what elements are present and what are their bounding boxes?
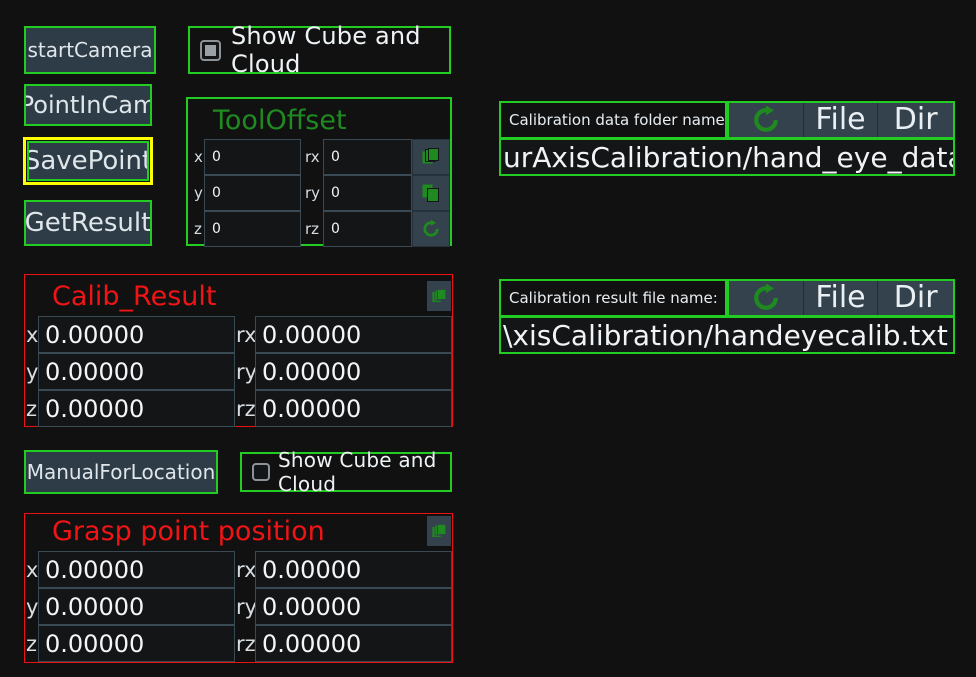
calibration-data-folder-dir-button[interactable]: Dir [878, 103, 953, 137]
calib-result-rx-input[interactable]: 0.00000 [255, 316, 452, 353]
grasp-point-z-label: z [26, 631, 38, 656]
app-root: startCamera PointInCam SavePoint GetResu… [0, 0, 976, 677]
tool-offset-y-label: y [194, 184, 203, 202]
tool-offset-rx-input[interactable]: 0 [323, 139, 412, 175]
calibration-result-file-buttons: File Dir [727, 279, 955, 317]
get-result-label: GetResult [24, 208, 152, 238]
calibration-result-file-label: Calibration result file name: [499, 279, 727, 317]
calib-result-x-input[interactable]: 0.00000 [38, 316, 235, 353]
tool-offset-z-input[interactable]: 0 [204, 211, 301, 247]
tool-offset-refresh-button[interactable] [412, 211, 450, 247]
calibration-data-folder-row: Calibration data folder name: File Dir u… [499, 101, 955, 176]
refresh-icon [751, 105, 781, 135]
checkbox-checked-icon[interactable] [200, 39, 221, 61]
grasp-point-rx-label: rx [236, 557, 257, 582]
calib-result-rz-label: rz [236, 396, 256, 421]
tool-offset-rx-label: rx [305, 148, 320, 166]
calibration-data-folder-label: Calibration data folder name: [499, 101, 727, 139]
tool-offset-x-input[interactable]: 0 [204, 139, 301, 175]
calib-result-rz-input[interactable]: 0.00000 [255, 390, 452, 427]
tool-offset-x-label: x [194, 148, 203, 166]
calibration-result-file-dir-button[interactable]: Dir [878, 281, 953, 315]
calib-result-z-label: z [26, 396, 38, 421]
manual-for-location-label: ManualForLocation [26, 460, 216, 484]
grasp-point-copy-button[interactable] [427, 516, 451, 546]
show-cube-and-cloud-checkbox-bottom[interactable]: Show Cube and Cloud [240, 448, 452, 496]
start-camera-button[interactable]: startCamera [24, 26, 156, 74]
grasp-point-ry-input[interactable]: 0.00000 [255, 588, 452, 625]
grasp-point-rz-input[interactable]: 0.00000 [255, 625, 452, 662]
point-in-cam-button[interactable]: PointInCam [24, 84, 152, 126]
dir-button-label: Dir [893, 280, 938, 315]
grasp-point-rx-input[interactable]: 0.00000 [255, 551, 452, 588]
tool-offset-title: ToolOffset [213, 105, 347, 136]
tool-offset-ry-label: ry [305, 184, 321, 202]
tool-offset-fields: x 0 rx 0 y 0 ry 0 z 0 rz 0 [190, 139, 412, 247]
calib-result-y-input[interactable]: 0.00000 [38, 353, 235, 390]
tool-offset-y-input[interactable]: 0 [204, 175, 301, 211]
tool-offset-rz-label: rz [305, 220, 320, 238]
calibration-data-folder-buttons: File Dir [727, 101, 955, 139]
grasp-point-x-label: x [26, 557, 39, 582]
grasp-point-x-input[interactable]: 0.00000 [38, 551, 235, 588]
grasp-point-z-input[interactable]: 0.00000 [38, 625, 235, 662]
paste-icon [422, 184, 440, 202]
show-cube-and-cloud-label-bottom: Show Cube and Cloud [278, 448, 437, 496]
calib-result-ry-input[interactable]: 0.00000 [255, 353, 452, 390]
copy-icon [422, 148, 440, 166]
calib-result-ry-label: ry [236, 359, 258, 384]
calibration-data-folder-input[interactable]: urAxisCalibration/hand_eye_data [499, 138, 955, 176]
dir-button-label: Dir [893, 102, 938, 137]
refresh-icon [421, 219, 441, 239]
tool-offset-copy-button[interactable] [412, 139, 450, 175]
calib-result-x-label: x [26, 322, 39, 347]
calibration-result-file-refresh-button[interactable] [729, 281, 804, 315]
calib-result-y-label: y [26, 359, 39, 384]
start-camera-label: startCamera [27, 38, 153, 62]
save-point-label: SavePoint [27, 146, 149, 176]
show-cube-and-cloud-checkbox-top[interactable]: Show Cube and Cloud [188, 22, 451, 78]
grasp-point-y-input[interactable]: 0.00000 [38, 588, 235, 625]
refresh-icon [751, 283, 781, 313]
tool-offset-rz-input[interactable]: 0 [323, 211, 412, 247]
calib-result-z-input[interactable]: 0.00000 [38, 390, 235, 427]
calibration-result-file-file-button[interactable]: File [803, 280, 879, 315]
grasp-point-ry-label: ry [236, 594, 258, 619]
tool-offset-icon-buttons [412, 139, 450, 247]
calib-result-rx-label: rx [236, 322, 257, 347]
file-button-label: File [815, 102, 866, 137]
get-result-button[interactable]: GetResult [24, 200, 152, 246]
point-in-cam-label: PointInCam [24, 91, 152, 119]
calib-result-title: Calib_Result [52, 281, 217, 312]
tool-offset-ry-input[interactable]: 0 [323, 175, 412, 211]
grasp-point-y-label: y [26, 594, 39, 619]
grasp-point-title: Grasp point position [52, 516, 325, 547]
file-button-label: File [815, 280, 866, 315]
calibration-data-folder-file-button[interactable]: File [803, 102, 879, 137]
grasp-point-fields: x 0.00000 rx 0.00000 y 0.00000 ry 0.0000… [25, 551, 452, 662]
manual-for-location-button[interactable]: ManualForLocation [24, 450, 218, 494]
copy-icon [431, 523, 447, 539]
calibration-result-file-row: Calibration result file name: File Dir \… [499, 279, 955, 354]
save-point-button[interactable]: SavePoint [23, 137, 153, 185]
calib-result-fields: x 0.00000 rx 0.00000 y 0.00000 ry 0.0000… [25, 316, 452, 427]
calib-result-copy-button[interactable] [427, 281, 451, 311]
calibration-data-folder-refresh-button[interactable] [729, 103, 804, 137]
copy-icon [431, 288, 447, 304]
tool-offset-paste-button[interactable] [412, 175, 450, 211]
grasp-point-rz-label: rz [236, 631, 256, 656]
show-cube-and-cloud-label-top: Show Cube and Cloud [231, 22, 421, 78]
calibration-result-file-input[interactable]: \xisCalibration/handeyecalib.txt [499, 316, 955, 354]
checkbox-unchecked-icon[interactable] [252, 463, 270, 481]
tool-offset-z-label: z [194, 220, 202, 238]
